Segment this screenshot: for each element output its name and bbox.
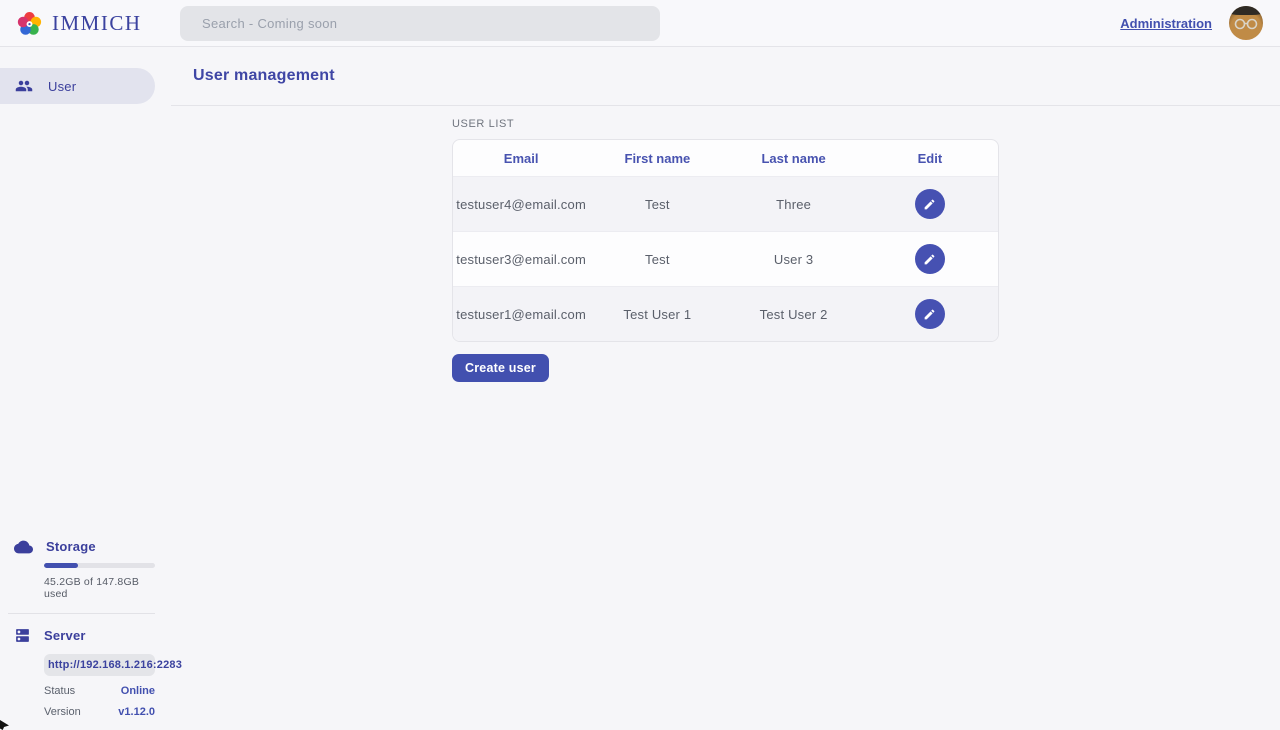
user-list-label: USER LIST	[452, 118, 999, 130]
dns-server-icon	[14, 627, 31, 644]
search-bar	[180, 6, 660, 41]
immich-flower-icon	[16, 10, 43, 37]
sidebar: User Storage 45.2GB of 147.8GB used	[0, 47, 171, 730]
cell-email: testuser1@email.com	[453, 307, 589, 322]
administration-link[interactable]: Administration	[1120, 16, 1212, 31]
cell-first-name: Test	[589, 252, 725, 267]
app-logo[interactable]: IMMICH	[0, 10, 142, 37]
storage-progress-bar	[44, 563, 155, 568]
version-value: v1.12.0	[118, 706, 155, 718]
cell-edit	[862, 189, 998, 219]
storage-section: Storage 45.2GB of 147.8GB used	[14, 539, 155, 600]
cell-last-name: User 3	[726, 252, 862, 267]
edit-user-button[interactable]	[915, 189, 945, 219]
column-header-email: Email	[453, 151, 589, 166]
table-row: testuser3@email.com Test User 3	[453, 231, 998, 286]
content-area: User management USER LIST Email First na…	[171, 47, 1280, 730]
table-header-row: Email First name Last name Edit	[453, 140, 998, 176]
table-row: testuser1@email.com Test User 1 Test Use…	[453, 286, 998, 341]
storage-progress-fill	[44, 563, 78, 568]
server-version-row: Version v1.12.0	[44, 706, 155, 718]
status-value: Online	[121, 685, 155, 697]
page-header: User management	[171, 47, 1280, 106]
edit-user-button[interactable]	[915, 244, 945, 274]
navbar-right: Administration	[1120, 6, 1280, 40]
table-body: testuser4@email.com Test Three testuser3…	[453, 176, 998, 341]
user-avatar[interactable]	[1229, 6, 1263, 40]
cell-first-name: Test	[589, 197, 725, 212]
page-title: User management	[193, 67, 335, 85]
cell-email: testuser3@email.com	[453, 252, 589, 267]
cell-edit	[862, 244, 998, 274]
storage-usage-text: 45.2GB of 147.8GB used	[44, 576, 155, 600]
column-header-last-name: Last name	[726, 151, 862, 166]
pencil-icon	[923, 198, 936, 211]
people-group-icon	[15, 77, 33, 95]
cell-last-name: Test User 2	[726, 307, 862, 322]
cell-email: testuser4@email.com	[453, 197, 589, 212]
table-row: testuser4@email.com Test Three	[453, 176, 998, 231]
server-url-chip: http://192.168.1.216:2283	[44, 654, 155, 676]
server-section: Server http://192.168.1.216:2283 Status …	[14, 627, 155, 718]
status-label: Status	[44, 685, 75, 697]
user-list-section: USER LIST Email First name Last name Edi…	[452, 118, 999, 382]
search-input[interactable]	[180, 6, 660, 41]
sidebar-item-user[interactable]: User	[0, 68, 155, 104]
sidebar-nav: User	[0, 47, 171, 104]
footer-divider	[8, 613, 155, 614]
app-title: IMMICH	[52, 11, 142, 36]
glasses-icon	[1233, 18, 1259, 30]
cell-edit	[862, 299, 998, 329]
column-header-first-name: First name	[589, 151, 725, 166]
create-user-button[interactable]: Create user	[452, 354, 549, 382]
server-status-row: Status Online	[44, 685, 155, 697]
sidebar-item-label: User	[48, 79, 76, 94]
storage-title: Storage	[46, 539, 96, 554]
cell-last-name: Three	[726, 197, 862, 212]
cell-first-name: Test User 1	[589, 307, 725, 322]
sidebar-footer: Storage 45.2GB of 147.8GB used Server	[0, 539, 171, 730]
pencil-icon	[923, 308, 936, 321]
column-header-edit: Edit	[862, 151, 998, 166]
server-title: Server	[44, 628, 86, 643]
user-table: Email First name Last name Edit testuser…	[452, 139, 999, 342]
version-label: Version	[44, 706, 81, 718]
cloud-icon	[14, 540, 33, 554]
pencil-icon	[923, 253, 936, 266]
top-navbar: IMMICH Administration	[0, 0, 1280, 47]
edit-user-button[interactable]	[915, 299, 945, 329]
